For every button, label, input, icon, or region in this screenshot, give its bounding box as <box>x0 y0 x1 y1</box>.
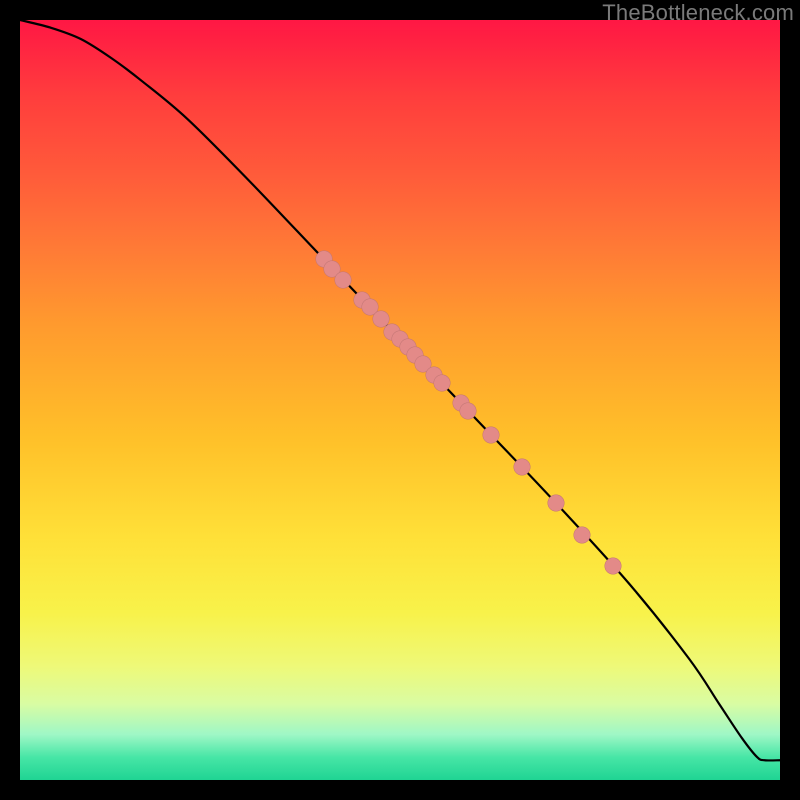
data-point-marker <box>513 458 530 475</box>
data-point-marker <box>604 558 621 575</box>
plot-area <box>20 20 780 780</box>
data-point-marker <box>460 403 477 420</box>
main-curve <box>20 20 780 760</box>
data-point-marker <box>433 375 450 392</box>
data-point-marker <box>547 494 564 511</box>
data-point-marker <box>335 271 352 288</box>
chart-stage: TheBottleneck.com <box>0 0 800 800</box>
data-point-marker <box>483 426 500 443</box>
curve-layer <box>20 20 780 780</box>
data-point-marker <box>574 526 591 543</box>
watermark-text: TheBottleneck.com <box>602 0 794 26</box>
